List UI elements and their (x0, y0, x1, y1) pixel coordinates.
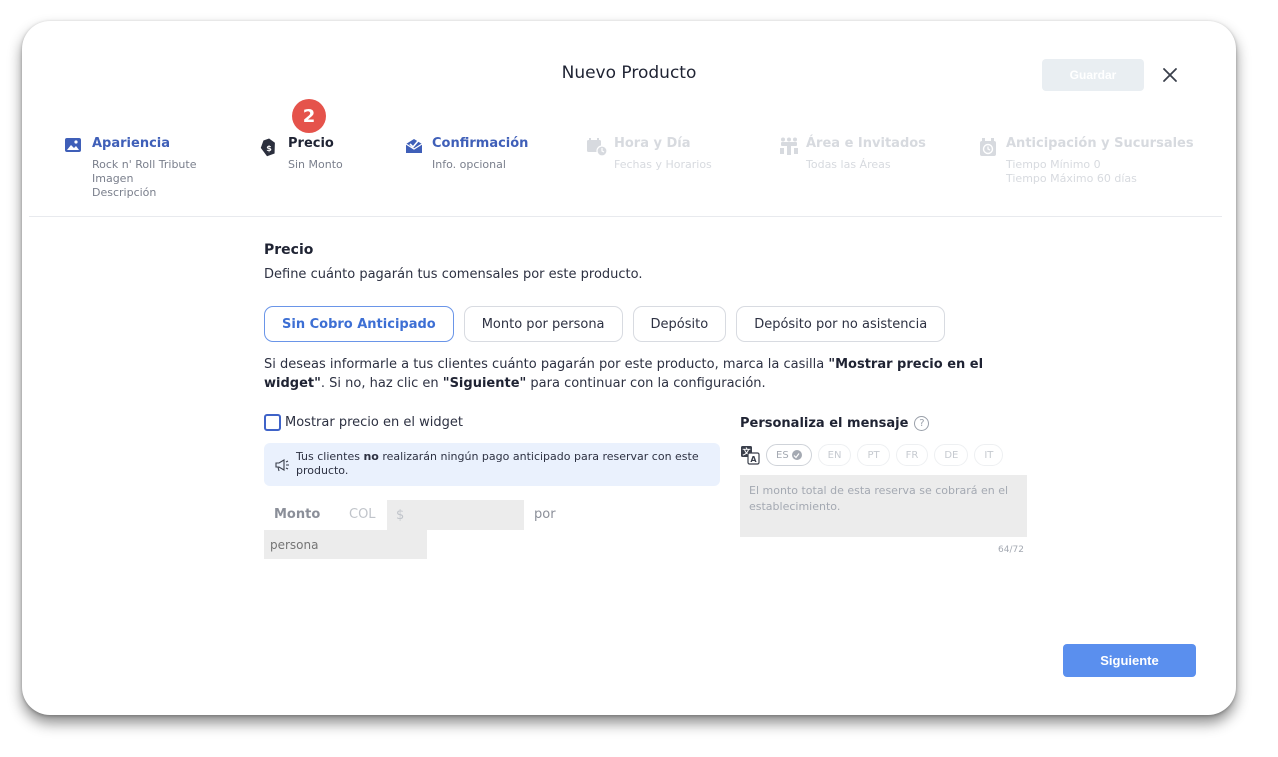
per-label: por (534, 507, 556, 522)
alarm-clock-icon (978, 137, 998, 157)
next-button[interactable]: Siguiente (1063, 644, 1196, 677)
table-guests-icon (778, 137, 798, 157)
calendar-clock-icon (586, 137, 608, 157)
price-info-text: Si deseas informarle a tus clientes cuán… (264, 357, 984, 391)
step-sub: Tiempo Mínimo 0 Tiempo Máximo 60 días (1006, 158, 1137, 185)
tab-deposito-no-asistencia[interactable]: Depósito por no asistencia (736, 306, 946, 342)
step-sub: Rock n' Roll Tribute Imagen Descripción (92, 158, 197, 199)
svg-text:$: $ (266, 144, 272, 153)
new-product-modal: Nuevo Producto Guardar 2 Apariencia Rock… (22, 21, 1236, 715)
step-label: Anticipación y Sucursales (1006, 136, 1194, 151)
unit-input[interactable] (264, 530, 427, 559)
amount-label: Monto (274, 507, 321, 522)
step-sub: Fechas y Horarios (614, 158, 712, 171)
close-icon[interactable] (1160, 65, 1180, 85)
check-icon (791, 450, 802, 460)
currency-label: COL (349, 507, 376, 522)
step-sub: Info. opcional (432, 158, 506, 171)
megaphone-icon (274, 457, 290, 472)
tab-monto-por-persona[interactable]: Monto por persona (463, 306, 623, 342)
lang-en[interactable]: EN (817, 444, 852, 466)
current-step-badge: 2 (292, 99, 326, 133)
no-prepayment-notice: Tus clientes no realizarán ningún pago a… (264, 443, 720, 486)
currency-symbol: $ (396, 507, 405, 523)
show-price-checkbox[interactable] (264, 414, 281, 431)
image-icon (64, 137, 84, 157)
custom-message-textarea[interactable]: El monto total de esta reserva se cobrar… (740, 475, 1027, 537)
step-sub: Sin Monto (288, 158, 343, 171)
help-icon[interactable]: ? (914, 416, 930, 431)
notice-text: Tus clientes no realizarán ningún pago a… (296, 450, 699, 477)
lang-fr[interactable]: FR (895, 444, 929, 466)
lang-pt[interactable]: PT (857, 444, 890, 466)
price-tag-icon: $ (260, 137, 280, 157)
tab-deposito[interactable]: Depósito (632, 306, 727, 342)
step-label: Apariencia (92, 136, 171, 151)
language-selector: 文A ES EN PT FR DE IT (740, 444, 1004, 466)
price-section-description: Define cuánto pagarán tus comensales por… (264, 267, 643, 282)
svg-text:A: A (750, 455, 757, 464)
show-price-label: Mostrar precio en el widget (285, 415, 463, 430)
step-label: Confirmación (432, 136, 529, 151)
save-button[interactable]: Guardar (1042, 59, 1144, 91)
lang-it[interactable]: IT (974, 444, 1004, 466)
lang-de[interactable]: DE (934, 444, 969, 466)
step-label: Precio (288, 136, 334, 151)
character-counter: 64/72 (998, 545, 1024, 555)
customize-message-title: Personaliza el mensaje ? (740, 416, 930, 431)
confirmation-mail-icon (404, 137, 424, 157)
step-label: Hora y Día (614, 136, 691, 151)
amount-input[interactable]: $ (387, 500, 524, 530)
stepper-divider (29, 216, 1222, 217)
tab-sin-cobro-anticipado[interactable]: Sin Cobro Anticipado (264, 306, 454, 342)
step-sub: Todas las Áreas (806, 158, 891, 171)
price-section-title: Precio (264, 242, 314, 258)
lang-es[interactable]: ES (766, 444, 812, 466)
translate-icon: 文A (740, 445, 760, 465)
step-label: Área e Invitados (806, 136, 926, 151)
price-mode-tabs: Sin Cobro Anticipado Monto por persona D… (264, 306, 946, 342)
show-price-row: Mostrar precio en el widget (264, 414, 463, 431)
